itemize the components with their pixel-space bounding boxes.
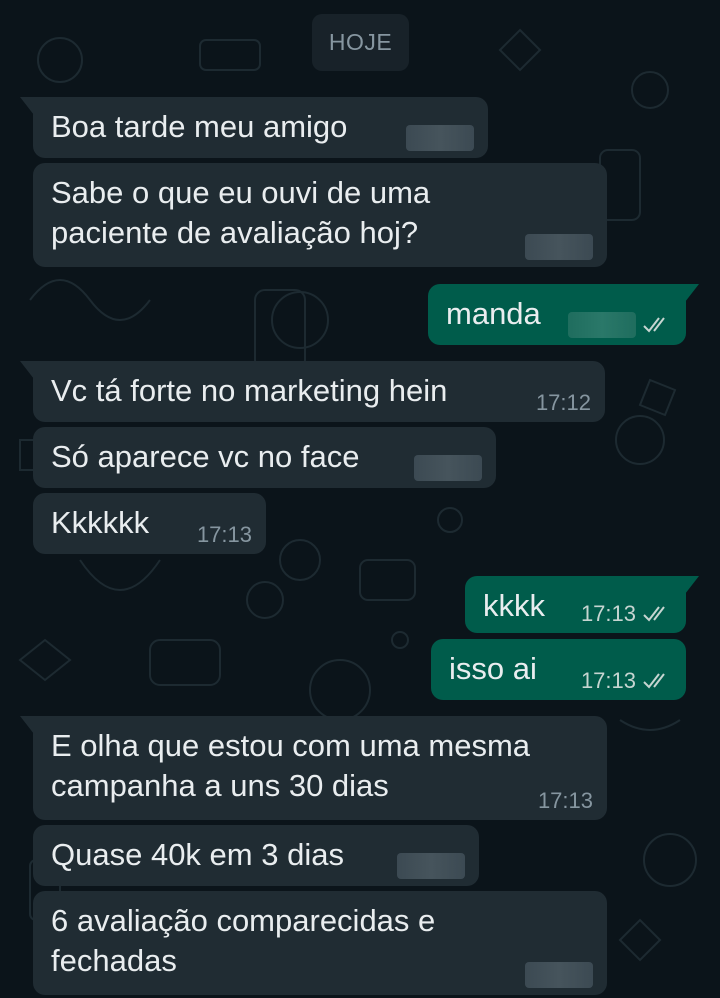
double-check-icon [643,673,665,689]
message-text: Sabe o que eu ouvi de uma paciente de av… [51,175,431,250]
incoming-message[interactable]: E olha que estou com uma mesma campanha … [20,716,607,820]
message-meta [406,125,474,151]
message-meta: 17:13 [581,602,672,626]
message-meta [414,455,482,481]
incoming-message[interactable]: 6 avaliação comparecidas e fechadas [33,891,607,995]
message-text: 6 avaliação comparecidas e fechadas [51,903,436,978]
redacted-timestamp [397,853,465,879]
outgoing-message[interactable]: isso ai 17:13 [431,639,686,700]
message-time: 17:13 [580,668,636,693]
incoming-message[interactable]: Quase 40k em 3 dias [33,825,479,886]
message-meta [568,312,672,338]
bubble-tail-icon [20,97,34,115]
bubble-tail-icon [685,284,699,302]
outgoing-message[interactable]: manda [428,284,699,345]
message-text: Vc tá forte no marketing hein [51,373,448,408]
message-meta [525,962,593,988]
redacted-timestamp [414,455,482,481]
message-time: 17:13 [580,601,636,626]
message-time: 17:13 [537,788,593,813]
message-time: 17:13 [196,522,252,547]
message-meta: 17:12 [536,391,591,415]
redacted-timestamp [568,312,636,338]
redacted-timestamp [406,125,474,151]
double-check-icon [643,317,665,333]
message-meta: 17:13 [538,789,593,813]
message-text: E olha que estou com uma mesma campanha … [51,728,531,803]
redacted-timestamp [525,234,593,260]
conversation: HOJE Boa tarde meu amigo Sabe o que eu o… [0,0,720,998]
message-meta [397,853,465,879]
bubble-tail-icon [685,576,699,594]
bubble-tail-icon [20,361,34,379]
date-separator: HOJE [312,14,409,71]
incoming-message[interactable]: Sabe o que eu ouvi de uma paciente de av… [33,163,607,267]
message-meta [525,234,593,260]
incoming-message[interactable]: Kkkkkk 17:13 [33,493,266,554]
redacted-timestamp [525,962,593,988]
message-meta: 17:13 [197,523,252,547]
double-check-icon [643,606,665,622]
outgoing-message[interactable]: kkkk 17:13 [465,576,699,633]
incoming-message[interactable]: Boa tarde meu amigo [20,97,488,158]
incoming-message[interactable]: Só aparece vc no face [33,427,496,488]
message-meta: 17:13 [581,669,672,693]
bubble-tail-icon [20,716,34,734]
incoming-message[interactable]: Vc tá forte no marketing hein 17:12 [20,361,605,422]
message-time: 17:12 [535,390,591,415]
